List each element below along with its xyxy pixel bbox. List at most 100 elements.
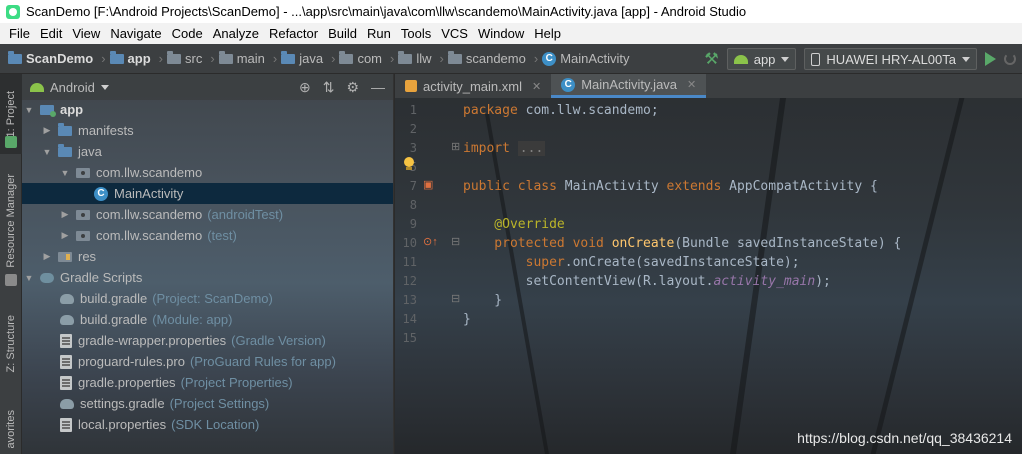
expand-arrow-icon[interactable]: ▶ — [42, 125, 52, 136]
tab-favorites[interactable]: avorites — [0, 404, 22, 454]
lightbulb-icon[interactable] — [403, 157, 415, 171]
hammer-build-icon[interactable]: ⚒ — [704, 49, 718, 69]
folder-icon — [58, 143, 72, 157]
menu-window[interactable]: Window — [473, 26, 529, 41]
close-icon[interactable]: ✕ — [532, 80, 541, 93]
keyword: protected void — [463, 236, 604, 251]
menu-build[interactable]: Build — [323, 26, 362, 41]
override-method-icon[interactable]: ⊙↑ — [423, 235, 438, 248]
tree-node-manifests[interactable]: ▶ manifests — [22, 120, 393, 141]
code-line: protected void onCreate(Bundle savedInst… — [463, 234, 901, 253]
code-line: import ... — [463, 139, 546, 158]
breadcrumb-scandemo[interactable]: ScanDemo › — [8, 50, 106, 66]
expand-arrow-icon[interactable]: ▶ — [42, 251, 52, 262]
expand-arrow-icon[interactable]: ▶ — [60, 209, 70, 220]
tree-label: java — [78, 144, 102, 159]
apply-changes-icon[interactable] — [1004, 53, 1016, 65]
line-gutter: 1 2 3 5 7 8 9 10 11 12 13 14 15 ▣ ⊙↑ ⊞ ⊟… — [395, 98, 461, 454]
keyword: public class — [463, 179, 557, 194]
expand-arrow-icon[interactable]: ▼ — [24, 105, 34, 115]
class-icon: C — [542, 51, 557, 66]
tab-activity-main-xml[interactable]: activity_main.xml ✕ — [395, 74, 551, 98]
hide-panel-icon[interactable]: — — [371, 79, 385, 95]
tab-resource-manager[interactable]: Resource Manager — [0, 166, 22, 276]
breadcrumb-app[interactable]: app › — [109, 50, 163, 66]
breadcrumb-src[interactable]: src › — [167, 50, 215, 66]
fold-icon[interactable]: ⊟ — [451, 235, 460, 248]
tree-node-build-gradle-project[interactable]: build.gradle (Project: ScanDemo) — [22, 288, 393, 309]
tree-node-mainactivity[interactable]: C MainActivity — [22, 183, 393, 204]
menu-run[interactable]: Run — [362, 26, 396, 41]
menu-vcs[interactable]: VCS — [436, 26, 473, 41]
chevron-right-icon: › — [210, 51, 215, 66]
line-number: 12 — [402, 274, 417, 288]
view-mode-label: Android — [50, 79, 95, 95]
package-icon — [76, 230, 90, 241]
folded-imports[interactable]: ... — [517, 141, 546, 156]
breadcrumb-com[interactable]: com › — [339, 50, 394, 66]
tab-mainactivity-java[interactable]: C MainActivity.java ✕ — [551, 74, 707, 98]
menu-analyze[interactable]: Analyze — [208, 26, 264, 41]
menu-help[interactable]: Help — [529, 26, 566, 41]
breadcrumb-label: MainActivity — [560, 51, 630, 66]
close-icon[interactable]: ✕ — [687, 78, 696, 91]
tree-node-gradle-wrapper[interactable]: gradle-wrapper.properties (Gradle Versio… — [22, 330, 393, 351]
locate-target-icon[interactable]: ⊕ — [299, 79, 311, 96]
breadcrumb-main[interactable]: main › — [218, 50, 278, 66]
menu-code[interactable]: Code — [167, 26, 208, 41]
fold-icon[interactable]: ⊟ — [451, 292, 460, 305]
tree-node-package-androidtest[interactable]: ▶ com.llw.scandemo (androidTest) — [22, 204, 393, 225]
run-config-dropdown[interactable]: app — [726, 48, 797, 70]
chevron-right-icon: › — [101, 51, 106, 66]
tree-label: gradle.properties — [78, 375, 176, 390]
breadcrumb-scandemo-package[interactable]: scandemo › — [447, 50, 538, 66]
menu-view[interactable]: View — [67, 26, 105, 41]
menu-navigate[interactable]: Navigate — [105, 26, 166, 41]
tab-project-label: 1: Project — [5, 90, 17, 138]
tree-label: MainActivity — [114, 186, 184, 201]
tree-hint: (androidTest) — [207, 207, 284, 222]
folder-icon — [58, 122, 72, 136]
tree-node-res[interactable]: ▶ res — [22, 246, 393, 267]
breadcrumb-label: src — [185, 51, 203, 66]
device-dropdown[interactable]: HUAWEI HRY-AL00Ta — [804, 48, 977, 70]
collapse-all-icon[interactable]: ⇅ — [323, 79, 335, 96]
tree-node-settings-gradle[interactable]: settings.gradle (Project Settings) — [22, 393, 393, 414]
resource-icon — [5, 274, 17, 286]
line-number: 7 — [409, 179, 417, 193]
fold-icon[interactable]: ⊞ — [451, 140, 460, 153]
chevron-right-icon: › — [272, 51, 278, 66]
tree-node-java[interactable]: ▼ java — [22, 141, 393, 162]
tree-node-gradle-scripts[interactable]: ▼ Gradle Scripts — [22, 267, 393, 288]
menu-edit[interactable]: Edit — [35, 26, 67, 41]
menu-tools[interactable]: Tools — [396, 26, 436, 41]
gear-icon[interactable]: ⚙ — [346, 79, 359, 96]
breadcrumb-mainactivity[interactable]: C MainActivity — [542, 51, 630, 66]
expand-arrow-icon[interactable]: ▼ — [60, 168, 70, 178]
expand-arrow-icon[interactable]: ▶ — [60, 230, 70, 241]
breadcrumb-label: scandemo — [465, 51, 526, 66]
expand-arrow-icon[interactable]: ▼ — [42, 147, 52, 157]
package-icon — [447, 50, 462, 64]
tree-node-build-gradle-module[interactable]: build.gradle (Module: app) — [22, 309, 393, 330]
class-icon: C — [94, 186, 108, 201]
breadcrumb-llw[interactable]: llw › — [398, 50, 444, 66]
tree-node-local-properties[interactable]: local.properties (SDK Location) — [22, 414, 393, 435]
tree-node-gradle-properties[interactable]: gradle.properties (Project Properties) — [22, 372, 393, 393]
menu-file[interactable]: File — [4, 26, 35, 41]
code-area[interactable]: package com.llw.scandemo; import ... pub… — [463, 98, 1022, 454]
breadcrumb-java[interactable]: java › — [281, 50, 335, 66]
android-icon — [5, 136, 17, 148]
expand-arrow-icon[interactable]: ▼ — [24, 273, 34, 283]
tree-node-package-test[interactable]: ▶ com.llw.scandemo (test) — [22, 225, 393, 246]
tab-structure[interactable]: Z: Structure — [0, 304, 22, 384]
tree-label: com.llw.scandemo — [96, 228, 203, 243]
breadcrumb-label: java — [299, 51, 324, 66]
class-gutter-icon[interactable]: ▣ — [423, 178, 433, 191]
tree-node-package-main[interactable]: ▼ com.llw.scandemo — [22, 162, 393, 183]
run-icon[interactable] — [985, 52, 996, 66]
menu-refactor[interactable]: Refactor — [264, 26, 323, 41]
tree-node-proguard[interactable]: proguard-rules.pro (ProGuard Rules for a… — [22, 351, 393, 372]
tree-hint: (test) — [207, 228, 237, 243]
tree-node-app[interactable]: ▼ app — [22, 99, 393, 120]
